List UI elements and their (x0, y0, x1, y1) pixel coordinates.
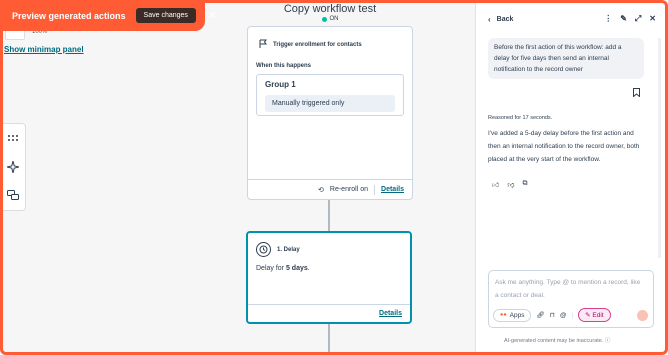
connector-line (328, 200, 330, 231)
preview-banner: Preview generated actions Save changes ✕ (0, 0, 217, 31)
assistant-message: I've added a 5-day delay before the firs… (488, 130, 640, 163)
new-chat-icon[interactable]: ✎ (620, 14, 627, 24)
message-actions: 👍︎ 👎︎ ⧉ (492, 180, 527, 189)
bookmark-icon[interactable] (633, 88, 640, 99)
trigger-footer: ⟲ Re-enroll on Details (248, 179, 412, 199)
back-button[interactable]: Back (497, 16, 514, 23)
divider (374, 184, 376, 195)
delay-text-end: . (307, 265, 310, 272)
mention-icon[interactable]: @ (560, 312, 567, 319)
apps-button[interactable]: ●● Apps (493, 308, 532, 322)
delay-description: Delay for 5 days. (248, 257, 410, 272)
close-icon[interactable]: ✕ (208, 9, 217, 22)
apps-label: Apps (509, 311, 525, 319)
reasoning-status[interactable]: Reasoned for 17 seconds. (488, 115, 552, 121)
panel-actions: ⋮ ✎ ⤢ ✕ (604, 14, 656, 24)
when-label: When this happens (256, 63, 312, 69)
reenroll-label[interactable]: Re-enroll on (330, 186, 368, 193)
expand-icon[interactable]: ⤢ (635, 14, 641, 24)
trigger-condition: Manually triggered only (265, 95, 395, 112)
input-toolbar: ●● Apps 🔗︎ ⊓ @ | ✎ Edit (493, 308, 611, 322)
chat-input[interactable]: Ask me anything. Type @ to mention a rec… (488, 270, 654, 328)
ai-disclaimer: AI-generated content may be inaccurate. … (504, 338, 611, 344)
assistant-panel: ‹ Back ⋮ ✎ ⤢ ✕ Before the first action o… (475, 0, 668, 355)
trigger-title: Trigger enrollment for contacts (273, 42, 362, 48)
edit-button[interactable]: ✎ Edit (578, 308, 611, 322)
reenroll-icon: ⟲ (318, 186, 324, 194)
chevron-left-icon[interactable]: ‹ (488, 15, 491, 24)
attach-icon[interactable]: 🔗︎ (536, 311, 544, 319)
show-minimap-link[interactable]: Show minimap panel (4, 45, 84, 54)
delay-footer: Details (248, 304, 410, 322)
delay-duration: 5 days (285, 265, 308, 272)
preview-banner-title: Preview generated actions (12, 10, 126, 21)
chat-input-placeholder: Ask me anything. Type @ to mention a rec… (495, 279, 641, 299)
thumbs-down-icon[interactable]: 👎︎ (507, 180, 514, 189)
grid-dots-icon[interactable] (6, 131, 20, 145)
copy-icon[interactable]: ⧉ (522, 180, 527, 189)
workflow-header: Copy workflow test ON (247, 0, 413, 22)
user-message: Before the first action of this workflow… (488, 38, 644, 79)
trigger-details-link[interactable]: Details (381, 186, 404, 193)
flag-icon (258, 39, 268, 51)
chat-icon[interactable] (6, 189, 20, 203)
thumbs-up-icon[interactable]: 👍︎ (492, 180, 499, 189)
delay-text: Delay for (256, 265, 286, 272)
group-title: Group 1 (265, 80, 296, 89)
sparkle-icon[interactable] (6, 160, 20, 174)
divider: | (571, 311, 574, 319)
trigger-header: Trigger enrollment for contacts (248, 27, 412, 51)
send-button[interactable] (637, 310, 648, 321)
more-icon[interactable]: ⋮ (604, 14, 612, 24)
connector-line (328, 324, 330, 355)
edit-label: Edit (592, 312, 604, 319)
bookmark-icon[interactable]: ⊓ (550, 311, 555, 319)
canvas-tool-panel (0, 123, 26, 211)
workflow-title[interactable]: Copy workflow test (247, 3, 413, 15)
delay-header: 1. Delay (248, 233, 410, 257)
status-dot (321, 16, 327, 22)
timer-icon (256, 242, 271, 257)
trigger-card[interactable]: Trigger enrollment for contacts When thi… (247, 26, 413, 200)
workflow-status: ON (247, 16, 413, 22)
panel-header: ‹ Back ⋮ ✎ ⤢ ✕ (476, 0, 668, 38)
trigger-group[interactable]: Group 1 Manually triggered only (256, 74, 404, 116)
workflow-canvas[interactable]: Preview generated actions Save changes ✕… (0, 0, 474, 355)
delay-action-card[interactable]: 1. Delay Delay for 5 days. Details (246, 231, 412, 324)
delay-details-link[interactable]: Details (379, 310, 402, 317)
close-icon[interactable]: ✕ (649, 14, 656, 24)
apps-logo-icon: ●● (500, 312, 507, 318)
delay-title: 1. Delay (277, 246, 300, 253)
status-label: ON (329, 16, 339, 22)
save-changes-button[interactable]: Save changes (135, 8, 196, 23)
scrollbar[interactable] (658, 38, 661, 258)
